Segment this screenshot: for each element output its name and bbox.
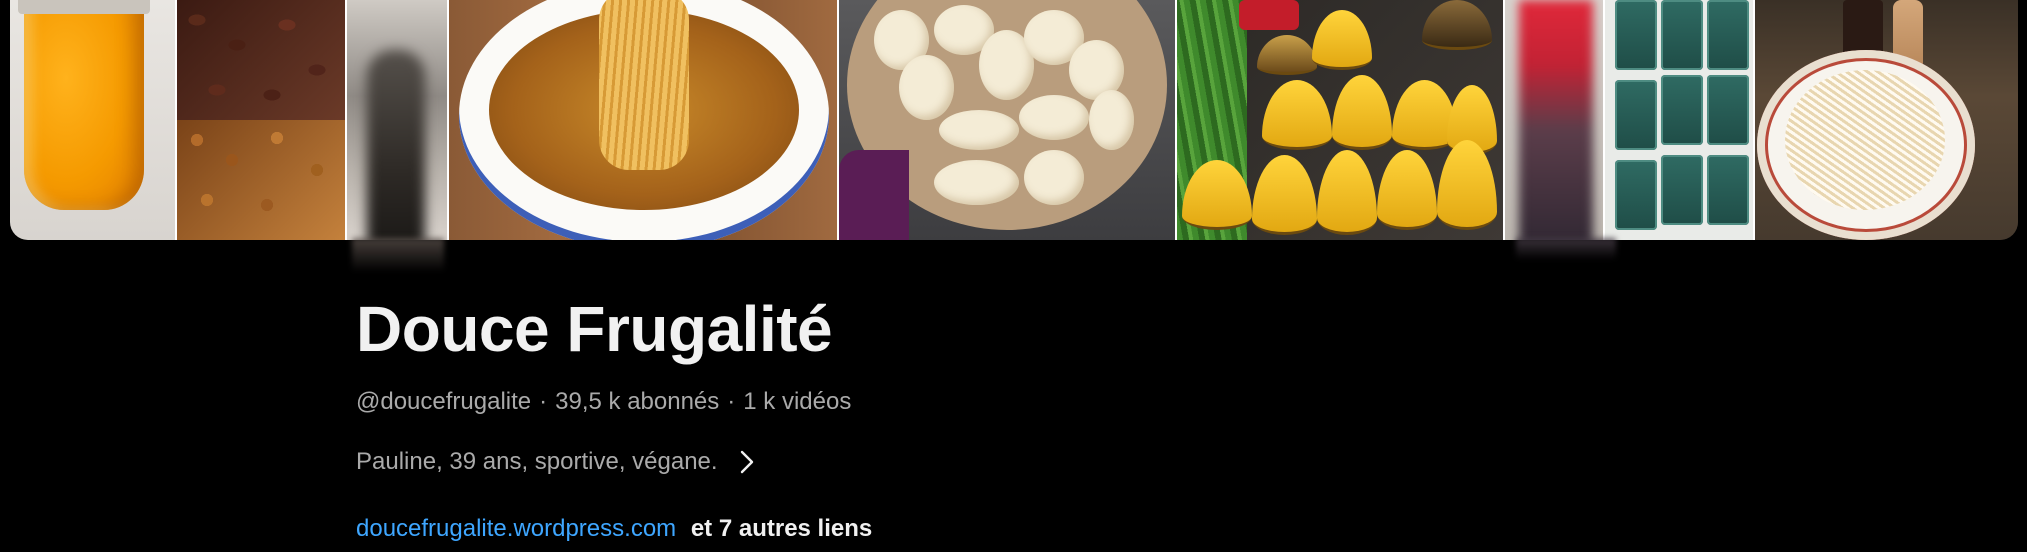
subscriber-count: 39,5 k abonnés: [555, 388, 720, 415]
banner-tile-pears-bananas: [837, 0, 1175, 240]
more-links-button[interactable]: et 7 autres liens: [691, 515, 872, 542]
banner-tile-orange-juice: [10, 0, 175, 240]
banner-tile-rice-bags: [1603, 0, 1753, 240]
banner-tile-rice-noodles: [1753, 0, 2018, 240]
channel-website-link[interactable]: doucefrugalite.wordpress.com: [356, 515, 676, 542]
banner-tile-blurred-person-2: [1503, 0, 1603, 240]
meta-separator: ·: [539, 388, 548, 415]
channel-meta: @doucefrugalite · 39,5 k abonnés · 1 k v…: [356, 387, 851, 417]
banner-tile-blurred-person: [345, 0, 447, 240]
banner-tile-dates: [175, 0, 345, 240]
channel-page: Douce Frugalité @doucefrugalite · 39,5 k…: [0, 0, 2027, 552]
blur-overflow-left: [352, 238, 444, 272]
meta-separator: ·: [727, 388, 736, 415]
video-count: 1 k vidéos: [743, 388, 852, 415]
channel-links: doucefrugalite.wordpress.com et 7 autres…: [356, 514, 872, 544]
blur-overflow-right: [1516, 238, 1616, 260]
chevron-right-icon: [740, 450, 753, 474]
channel-title: Douce Frugalité: [356, 293, 833, 365]
channel-handle: @doucefrugalite: [356, 388, 532, 415]
channel-description: Pauline, 39 ans, sportive, végane.: [356, 448, 718, 475]
channel-banner: [10, 0, 2018, 240]
banner-tile-bananas: [1175, 0, 1503, 240]
channel-description-button[interactable]: Pauline, 39 ans, sportive, végane.: [356, 447, 756, 477]
banner-tile-noodle-soup: [447, 0, 837, 240]
